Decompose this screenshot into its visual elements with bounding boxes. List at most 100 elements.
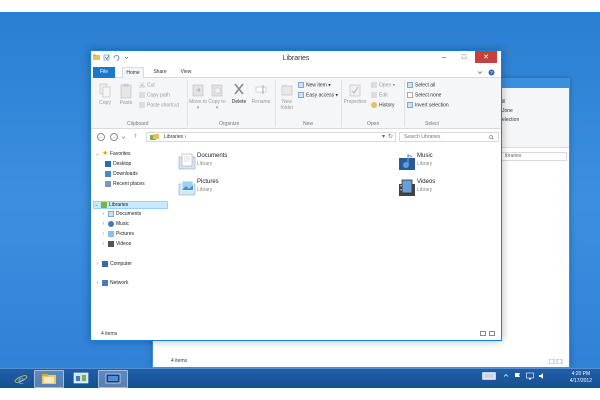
copy-to-button[interactable]: Copy to ▾ <box>208 82 226 111</box>
internet-explorer-icon[interactable]: e <box>6 370 36 388</box>
chevron-right-icon[interactable]: › <box>95 280 100 286</box>
address-dropdown-icon[interactable]: ▾ <box>382 133 385 140</box>
easy-access-button[interactable]: Easy access ▾ <box>298 92 338 98</box>
chevron-right-icon[interactable]: › <box>95 261 100 267</box>
tab-home[interactable]: Home <box>122 67 144 78</box>
nav-libraries[interactable]: ⌄ Libraries <box>93 201 168 209</box>
ribbon-separator <box>404 80 405 127</box>
chevron-right-icon[interactable]: › <box>101 231 106 237</box>
show-hidden-icons-icon[interactable] <box>503 372 509 379</box>
paste-button[interactable]: Paste <box>117 83 135 106</box>
background-view-icons[interactable] <box>549 359 563 364</box>
cut-button[interactable]: Cut <box>139 82 155 88</box>
paste-icon <box>120 83 132 99</box>
minimize-button[interactable]: – <box>437 51 451 63</box>
chevron-down-icon[interactable]: ⌄ <box>95 151 100 157</box>
ribbon-home: Copy Paste Cut Copy path Paste shortcut … <box>91 78 501 129</box>
address-bar[interactable]: Libraries › ▾ ↻ <box>146 132 396 142</box>
details-view-icon[interactable] <box>480 331 486 336</box>
desktop[interactable]: ill Jone election ibraries 4 items Libra… <box>0 12 600 388</box>
new-item-label: New item ▾ <box>306 82 331 89</box>
paste-shortcut-button[interactable]: Paste shortcut <box>139 102 179 108</box>
nav-label: Pictures <box>116 231 135 237</box>
network-icon <box>102 280 108 286</box>
up-arrow-icon[interactable]: ↑ <box>134 133 138 140</box>
nav-label: Documents <box>116 211 142 217</box>
nav-favorites[interactable]: ⌄ ★ Favorites <box>95 150 130 157</box>
library-type: Library <box>417 187 433 193</box>
library-item-videos[interactable]: Videos Library <box>393 178 503 200</box>
select-all-icon <box>407 82 413 88</box>
tab-file[interactable]: File <box>93 67 115 78</box>
select-none-button[interactable]: Select none <box>407 92 441 98</box>
tab-view[interactable]: View <box>175 67 197 78</box>
recent-places-icon <box>105 181 111 187</box>
nav-downloads[interactable]: Downloads <box>105 171 138 177</box>
copy-path-button[interactable]: Copy path <box>139 92 170 98</box>
minimize-ribbon-icon[interactable] <box>477 70 483 75</box>
edit-label: Edit <box>379 92 388 99</box>
close-button[interactable]: ✕ <box>475 51 497 63</box>
status-item-count: 4 items <box>101 331 118 337</box>
copy-icon <box>99 83 111 98</box>
downloads-icon <box>105 171 111 177</box>
delete-button[interactable]: Delete <box>230 82 248 105</box>
invert-selection-button[interactable]: Invert selection <box>407 102 449 108</box>
libraries-explorer-window[interactable]: Libraries – □ ✕ File Home Share View ? C… <box>90 50 502 341</box>
search-input[interactable]: Search Libraries <box>399 132 499 142</box>
file-list: Documents Library Music Library Pictures… <box>171 147 501 325</box>
nav-label: Recent places <box>113 181 145 187</box>
nav-pictures[interactable]: › Pictures <box>101 231 134 237</box>
rename-button[interactable]: Rename <box>250 82 272 105</box>
search-icon[interactable] <box>489 135 494 140</box>
remote-desktop-icon[interactable] <box>98 370 128 388</box>
nav-videos[interactable]: › Videos <box>101 241 131 247</box>
computer-icon <box>102 261 108 267</box>
nav-music[interactable]: › Music <box>101 221 129 227</box>
chevron-right-icon[interactable]: › <box>101 241 106 247</box>
forward-button[interactable]: → <box>110 133 118 141</box>
titlebar[interactable]: Libraries – □ ✕ <box>91 51 501 67</box>
nav-recent-places[interactable]: Recent places <box>105 181 145 187</box>
properties-button[interactable]: Properties <box>343 82 367 105</box>
maximize-button[interactable]: □ <box>457 51 471 63</box>
move-to-button[interactable]: Move to ▾ <box>189 82 207 111</box>
background-search-box[interactable]: ibraries <box>501 152 567 161</box>
nav-documents[interactable]: › Documents <box>101 211 141 217</box>
network-icon[interactable] <box>526 372 534 380</box>
library-item-documents[interactable]: Documents Library <box>173 152 283 174</box>
select-all-button[interactable]: Select all <box>407 82 435 88</box>
chevron-right-icon[interactable]: › <box>101 211 106 217</box>
tab-share[interactable]: Share <box>149 67 171 78</box>
pictures-library-icon <box>178 180 196 196</box>
copy-button[interactable]: Copy <box>97 83 113 106</box>
large-icons-view-icon[interactable] <box>489 331 495 336</box>
copy-to-icon <box>211 84 223 97</box>
bottom-letterbox <box>0 388 600 400</box>
recent-locations-icon[interactable] <box>121 135 126 140</box>
keyboard-icon[interactable] <box>482 372 496 380</box>
file-explorer-icon[interactable] <box>34 370 64 388</box>
refresh-icon[interactable]: ↻ <box>388 133 393 140</box>
nav-network[interactable]: › Network <box>95 280 128 286</box>
nav-desktop[interactable]: Desktop <box>105 161 131 167</box>
history-button[interactable]: History <box>371 102 395 108</box>
library-item-pictures[interactable]: Pictures Library <box>173 178 283 200</box>
library-item-music[interactable]: Music Library <box>393 152 503 174</box>
library-name: Pictures <box>197 179 219 185</box>
volume-icon[interactable] <box>538 372 546 380</box>
open-button[interactable]: Open ▾ <box>371 82 395 88</box>
back-button[interactable]: ← <box>97 133 105 141</box>
control-panel-icon[interactable] <box>66 370 96 388</box>
action-center-flag-icon[interactable] <box>514 372 522 380</box>
clock[interactable]: 4:20 PM 4/17/2012 <box>570 371 592 385</box>
new-folder-button[interactable]: New folder <box>277 82 297 111</box>
edit-button[interactable]: Edit <box>371 92 388 98</box>
help-icon[interactable]: ? <box>488 69 495 76</box>
nav-computer[interactable]: › Computer <box>95 261 132 267</box>
nav-label: Downloads <box>113 171 138 177</box>
chevron-down-icon[interactable]: ⌄ <box>94 202 99 208</box>
invert-selection-icon <box>407 102 413 108</box>
chevron-right-icon[interactable]: › <box>101 221 106 227</box>
new-item-button[interactable]: New item ▾ <box>298 82 331 88</box>
